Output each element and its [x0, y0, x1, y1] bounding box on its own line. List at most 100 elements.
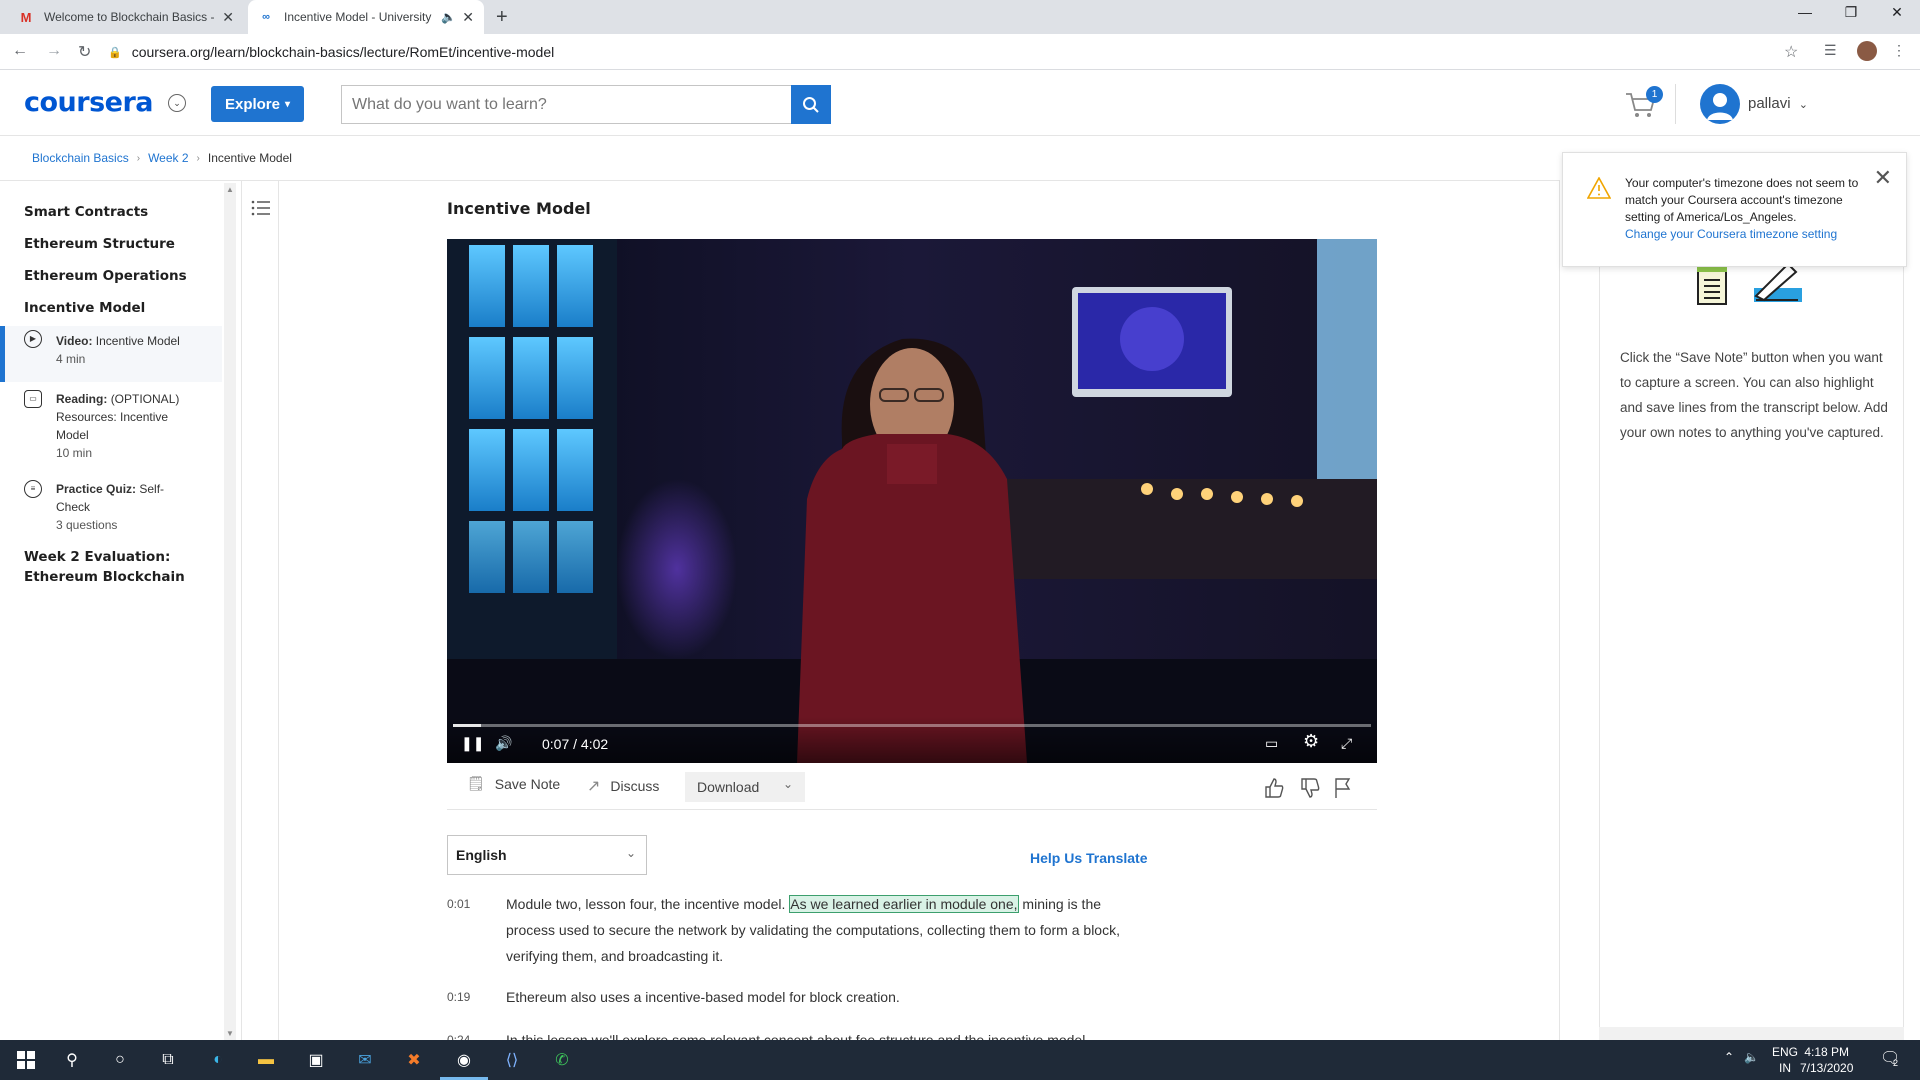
task-view-icon[interactable]: ⧉ — [156, 1048, 180, 1072]
sidebar-heading-ethereum-operations[interactable]: Ethereum Operations — [24, 268, 187, 284]
current-time: 0:07 — [542, 736, 570, 752]
lock-icon: 🔒 — [108, 46, 122, 59]
restore-button[interactable]: ❐ — [1828, 4, 1874, 21]
cortana-icon[interactable]: ○ — [108, 1048, 132, 1072]
close-icon[interactable]: ✕ — [1874, 167, 1892, 189]
sidebar-heading-smart-contracts[interactable]: Smart Contracts — [24, 204, 148, 220]
forward-arrow-icon[interactable]: → — [46, 42, 62, 60]
item-type: Reading: — [56, 392, 108, 406]
pause-icon[interactable]: ❚❚ — [461, 735, 484, 752]
vscode-icon[interactable]: ⟨⟩ — [500, 1048, 524, 1072]
help-us-translate-link[interactable]: Help Us Translate — [1030, 850, 1148, 866]
profile-avatar[interactable] — [1857, 41, 1877, 61]
breadcrumb-course[interactable]: Blockchain Basics — [32, 151, 129, 165]
quiz-list-icon: ≡ — [24, 480, 42, 498]
chevron-down-icon: ⌄ — [782, 777, 793, 791]
download-dropdown[interactable]: Download ⌄ — [685, 772, 805, 802]
bookmark-star-icon[interactable]: ☆ — [1784, 42, 1798, 62]
breadcrumb-current: Incentive Model — [207, 151, 292, 165]
sidebar-item-quiz[interactable]: ≡ Practice Quiz: Self- Check 3 questions — [0, 476, 222, 532]
close-tab-icon[interactable]: ✕ — [222, 9, 234, 26]
mail-icon[interactable]: ✉ — [353, 1048, 377, 1072]
discuss-button[interactable]: ↗ Discuss — [587, 776, 659, 796]
gmail-icon: M — [20, 9, 32, 25]
item-type: Video: — [56, 334, 93, 348]
volume-icon[interactable]: 🔊 — [495, 735, 512, 752]
sidebar-item-reading[interactable]: ▭ Reading: (OPTIONAL) Resources: Incenti… — [0, 386, 222, 460]
video-progress-bar[interactable] — [453, 724, 1371, 727]
transcript-line[interactable]: 0:24 In this lesson we'll explore some r… — [447, 1027, 1147, 1040]
transcript-language-select[interactable]: English ⌄ — [447, 835, 647, 875]
item-duration: 4 min — [56, 352, 86, 366]
timezone-message: Your computer's timezone does not seem t… — [1625, 175, 1875, 243]
save-note-label: Save Note — [494, 775, 561, 792]
tab-title: Incentive Model - University — [284, 10, 432, 24]
clock-time: 4:18 PM — [1804, 1045, 1850, 1059]
search-icon[interactable]: ⚲ — [60, 1048, 84, 1072]
transcript-line[interactable]: 0:19 Ethereum also uses a incentive-base… — [447, 984, 1147, 1010]
explore-button[interactable]: Explore ▾ — [211, 86, 304, 122]
sidebar-heading-incentive-model[interactable]: Incentive Model — [24, 300, 145, 316]
url-field[interactable]: 🔒 coursera.org/learn/blockchain-basics/l… — [108, 39, 1798, 65]
system-clock[interactable]: 4:18 PM 7/13/2020 — [1800, 1044, 1853, 1076]
discuss-label: Discuss — [610, 778, 660, 794]
address-bar: ← → ↻ 🔒 coursera.org/learn/blockchain-ba… — [0, 34, 1920, 70]
reading-list-icon[interactable]: ☰ — [1824, 42, 1837, 59]
transcript-highlight[interactable]: As we learned earlier in module one, — [789, 895, 1019, 913]
thumbs-down-icon[interactable] — [1299, 777, 1321, 799]
store-icon[interactable]: ▣ — [304, 1048, 328, 1072]
list-toggle-icon[interactable] — [251, 199, 271, 217]
page-title: Incentive Model — [447, 199, 591, 218]
audio-playing-icon[interactable]: 🔈 — [441, 10, 456, 24]
search-input[interactable] — [341, 85, 792, 124]
sidebar-scrollbar[interactable]: ▲ ▼ — [224, 183, 236, 1040]
toc-toggle-column — [241, 181, 279, 1041]
browser-tab-coursera[interactable]: ∞ Incentive Model - University 🔈 ✕ — [248, 0, 484, 34]
windows-start-icon[interactable] — [14, 1048, 38, 1072]
speaker-icon[interactable]: 🔈 — [1744, 1050, 1759, 1064]
captions-icon[interactable]: ▭ — [1265, 735, 1278, 752]
page-scrollbar[interactable] — [1906, 137, 1920, 1041]
user-menu[interactable]: pallavi ⌄ — [1748, 95, 1808, 112]
username-label: pallavi — [1748, 95, 1791, 112]
notes-instructions: Click the “Save Note” button when you wa… — [1620, 350, 1888, 440]
sidebar-heading-ethereum-structure[interactable]: Ethereum Structure — [24, 236, 175, 252]
search-button[interactable] — [791, 85, 831, 124]
save-note-button[interactable]: 🗒 Save Note — [467, 775, 560, 792]
transcript-line[interactable]: 0:01 Module two, lesson four, the incent… — [447, 891, 1147, 969]
file-explorer-icon[interactable]: ▬ — [254, 1048, 278, 1072]
sidebar-item-evaluation[interactable]: Week 2 Evaluation: Ethereum Blockchain — [24, 547, 185, 587]
explore-label: Explore — [224, 95, 280, 113]
close-tab-icon[interactable]: ✕ — [462, 9, 474, 26]
chrome-icon[interactable]: ◉ — [452, 1048, 476, 1072]
fullscreen-icon[interactable]: ⤢ — [1341, 735, 1352, 752]
user-avatar[interactable] — [1700, 84, 1740, 124]
close-window-button[interactable]: ✕ — [1874, 4, 1920, 21]
video-player[interactable]: ❚❚ 🔊 0:07 / 4:02 ▭ ⚙ ⤢ — [447, 239, 1377, 763]
sidebar-item-video[interactable]: ▶ Video: Incentive Model 4 min — [0, 326, 222, 382]
chevron-up-icon[interactable]: ⌃ — [1724, 1050, 1734, 1064]
scroll-down-icon[interactable]: ▼ — [226, 1029, 234, 1038]
thumbs-up-icon[interactable] — [1263, 777, 1285, 799]
breadcrumb-week[interactable]: Week 2 — [148, 151, 188, 165]
reload-icon[interactable]: ↻ — [78, 42, 91, 62]
language-indicator[interactable]: ENG IN — [1772, 1044, 1798, 1076]
timezone-line2: match your Coursera account's timezone — [1625, 193, 1843, 207]
coursera-logo[interactable]: coursera — [24, 87, 154, 118]
whatsapp-icon[interactable]: ✆ — [550, 1048, 574, 1072]
menu-kebab-icon[interactable]: ⋮ — [1892, 42, 1906, 59]
change-timezone-link[interactable]: Change your Coursera timezone setting — [1625, 226, 1875, 243]
browser-tab-gmail[interactable]: M Welcome to Blockchain Basics - B ✕ — [8, 0, 244, 34]
flag-icon[interactable] — [1333, 777, 1353, 799]
minimize-button[interactable]: — — [1782, 4, 1828, 20]
new-tab-button[interactable]: + — [496, 6, 508, 29]
settings-gear-icon[interactable]: ⚙ — [1303, 731, 1319, 752]
browser-tab-bar: M Welcome to Blockchain Basics - B ✕ ∞ I… — [0, 0, 1920, 34]
notes-horizontal-scrollbar[interactable] — [1599, 1027, 1904, 1041]
xampp-icon[interactable]: ✖ — [402, 1048, 426, 1072]
back-arrow-icon[interactable]: ← — [12, 42, 28, 60]
transcript-timestamp: 0:19 — [447, 990, 471, 1004]
chevron-down-icon[interactable]: ⌄ — [168, 94, 186, 112]
edge-icon[interactable]: ◐ — [206, 1048, 230, 1072]
scroll-up-icon[interactable]: ▲ — [226, 185, 234, 194]
